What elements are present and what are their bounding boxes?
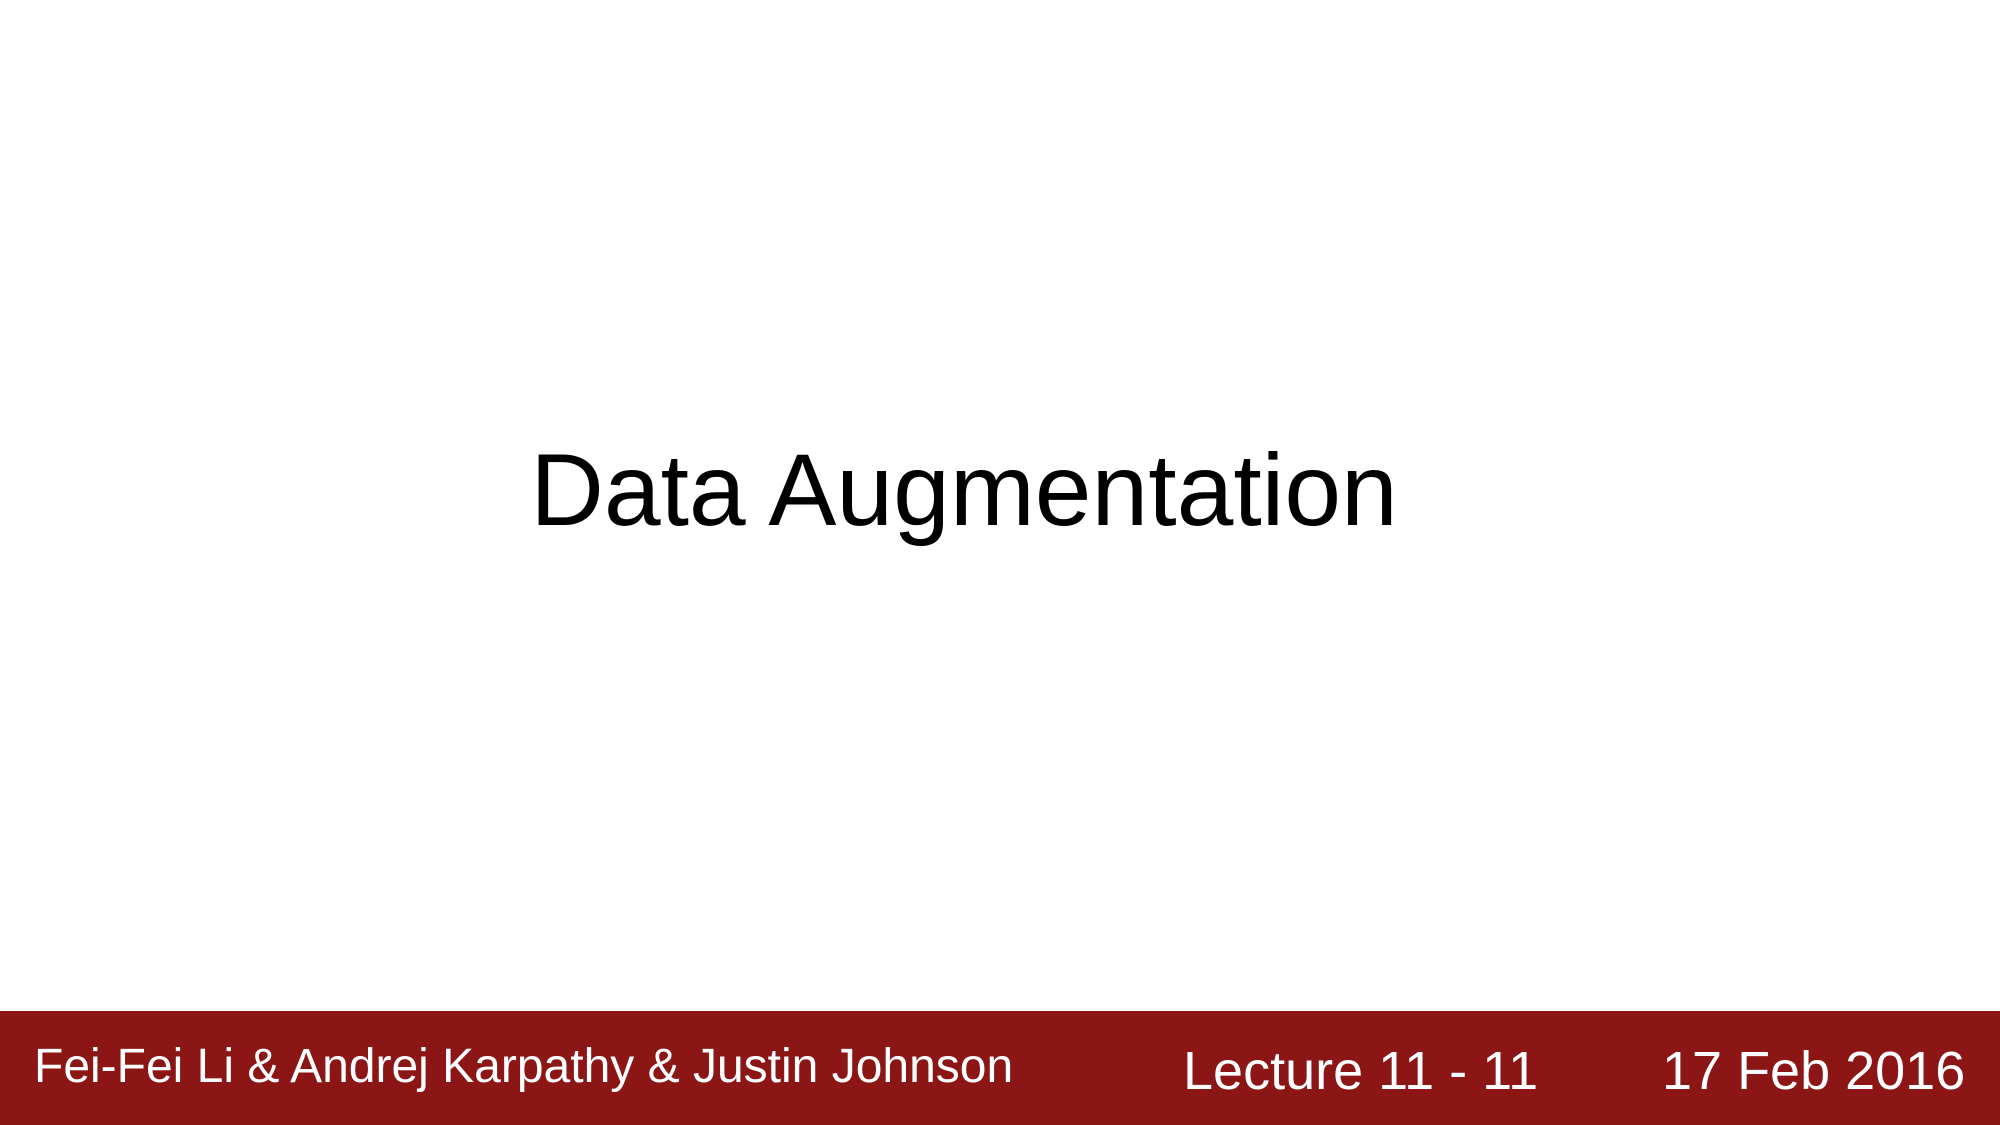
footer-bar: Fei-Fei Li & Andrej Karpathy & Justin Jo… [0, 1011, 2000, 1125]
footer-date: 17 Feb 2016 [1662, 1041, 1966, 1101]
slide: Data Augmentation Fei-Fei Li & Andrej Ka… [0, 0, 2000, 1125]
slide-title: Data Augmentation [530, 433, 1398, 547]
footer-lecture-number: Lecture 11 - 11 [1183, 1041, 1539, 1101]
footer-authors: Fei-Fei Li & Andrej Karpathy & Justin Jo… [34, 1040, 1014, 1093]
